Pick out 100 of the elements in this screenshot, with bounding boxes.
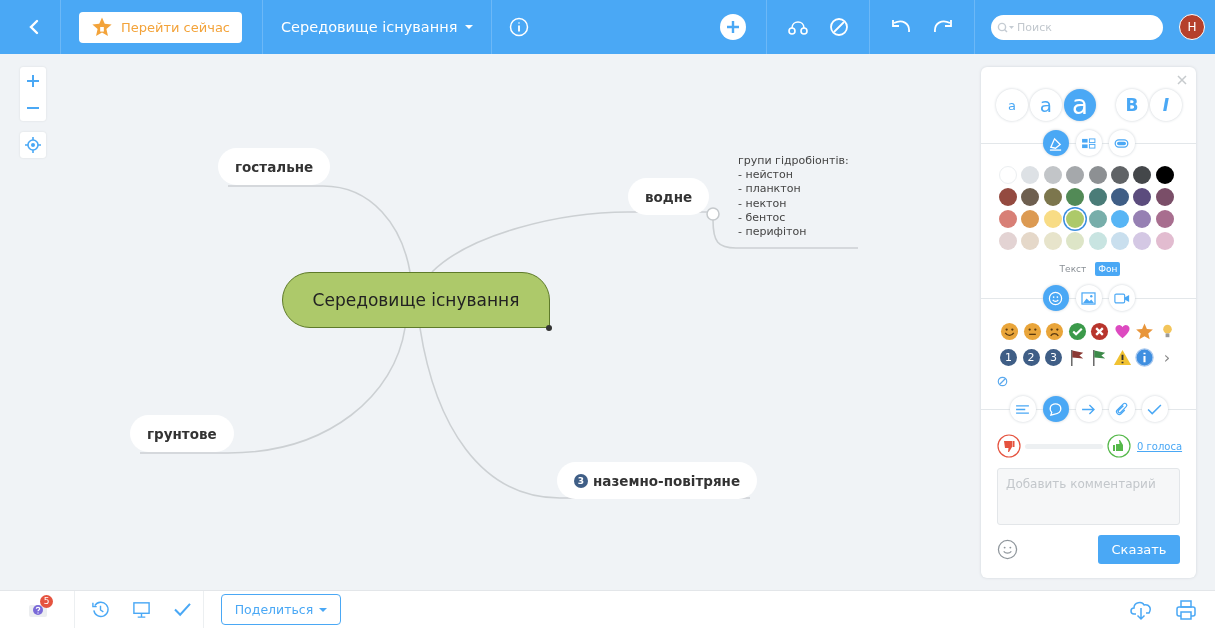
- search-field[interactable]: Поиск: [991, 14, 1163, 40]
- image-tab[interactable]: [1075, 285, 1102, 311]
- clear-icon[interactable]: [997, 376, 1008, 387]
- info-icon[interactable]: [1135, 348, 1154, 367]
- italic-button[interactable]: I: [1150, 89, 1182, 121]
- color-swatch[interactable]: [1110, 232, 1129, 250]
- color-swatch[interactable]: [1021, 188, 1040, 206]
- topic-node[interactable]: водне: [628, 178, 710, 215]
- topic-node[interactable]: гостальне: [218, 148, 331, 185]
- smile-face-icon[interactable]: [1000, 322, 1019, 341]
- color-swatch[interactable]: [1155, 188, 1174, 206]
- task-tab[interactable]: [1141, 396, 1168, 422]
- undo-icon[interactable]: [890, 19, 912, 35]
- color-swatch[interactable]: [1021, 232, 1040, 250]
- topic-node[interactable]: 3 наземно-повітряне: [557, 462, 758, 499]
- number-icon[interactable]: 2: [1022, 349, 1040, 366]
- presentation-icon[interactable]: [132, 600, 151, 619]
- color-swatch[interactable]: [1155, 210, 1174, 228]
- color-swatch[interactable]: [1110, 188, 1129, 206]
- go-now-button[interactable]: Перейти сейчас: [79, 11, 242, 43]
- emoji-tab[interactable]: [1042, 285, 1069, 311]
- color-swatch[interactable]: [1021, 166, 1040, 184]
- checkmark-icon[interactable]: [173, 602, 192, 617]
- more-arrow[interactable]: ›: [1157, 348, 1177, 367]
- color-target-toggle[interactable]: Текст: [1056, 262, 1090, 276]
- color-swatch[interactable]: [1043, 188, 1062, 206]
- number-icon[interactable]: 3: [1045, 349, 1062, 366]
- video-tab[interactable]: [1108, 285, 1135, 311]
- votes-link[interactable]: 0 голоса: [1137, 440, 1183, 452]
- thumbs-up-icon[interactable]: [1107, 434, 1131, 458]
- star-icon: [91, 16, 113, 38]
- color-swatch[interactable]: [999, 232, 1017, 250]
- topic-node[interactable]: грунтове: [130, 415, 234, 452]
- topic-label: гостальне: [235, 158, 314, 175]
- check-icon[interactable]: [1067, 322, 1087, 341]
- color-swatch[interactable]: [1066, 188, 1085, 206]
- map-title-dropdown[interactable]: Середовище існування: [263, 19, 492, 35]
- font-size-button[interactable]: a: [996, 89, 1028, 121]
- number-icon[interactable]: 1: [1000, 349, 1017, 366]
- add-icon[interactable]: [720, 14, 746, 40]
- color-swatch[interactable]: [1133, 232, 1152, 250]
- bold-button[interactable]: B: [1116, 89, 1148, 121]
- color-swatch[interactable]: [1066, 210, 1085, 228]
- note-line: - нектон: [738, 196, 788, 211]
- central-topic[interactable]: Середовище існування: [282, 272, 550, 328]
- disable-icon[interactable]: [829, 17, 849, 37]
- color-swatch[interactable]: [1066, 232, 1085, 250]
- color-swatch[interactable]: [1133, 188, 1152, 206]
- color-swatch[interactable]: [1110, 210, 1129, 228]
- note-line: - бентос: [738, 210, 787, 225]
- fill-tab[interactable]: [1042, 130, 1069, 156]
- color-swatch[interactable]: [999, 188, 1017, 206]
- close-icon[interactable]: [1177, 75, 1187, 85]
- star-icon[interactable]: [1135, 322, 1154, 341]
- share-button[interactable]: Поделиться: [221, 594, 341, 625]
- user-avatar[interactable]: Н: [1179, 14, 1205, 40]
- note-line: групи гідробіонтів:: [738, 154, 849, 169]
- color-swatch[interactable]: [1043, 210, 1062, 228]
- color-swatch[interactable]: [1088, 210, 1107, 228]
- font-size-button[interactable]: a: [1030, 89, 1062, 121]
- color-swatch[interactable]: [1133, 166, 1152, 184]
- history-icon[interactable]: [91, 600, 110, 619]
- comments-tab[interactable]: [1042, 396, 1069, 422]
- attach-tab[interactable]: [1108, 396, 1135, 422]
- color-swatch[interactable]: [1110, 166, 1129, 184]
- font-size-button[interactable]: a: [1064, 89, 1096, 121]
- smiley-icon[interactable]: [997, 539, 1018, 560]
- color-swatch[interactable]: [1066, 166, 1085, 184]
- color-swatch[interactable]: [1088, 188, 1107, 206]
- thumbs-down-icon[interactable]: [997, 434, 1021, 458]
- connection-icon[interactable]: [787, 18, 809, 36]
- color-swatch[interactable]: [1021, 210, 1040, 228]
- link-tab[interactable]: [1075, 396, 1102, 422]
- layout-icon: [1081, 137, 1096, 149]
- speech-bubble-icon: [1048, 401, 1063, 417]
- warning-icon[interactable]: [1112, 348, 1132, 367]
- layout-tab[interactable]: [1075, 130, 1102, 156]
- print-icon[interactable]: [1175, 598, 1197, 621]
- color-swatch[interactable]: [999, 210, 1017, 228]
- color-target-toggle[interactable]: Фон: [1095, 262, 1121, 276]
- collapse-handle[interactable]: [706, 207, 720, 221]
- color-swatch[interactable]: [1133, 210, 1152, 228]
- redo-icon[interactable]: [932, 19, 954, 35]
- sad-face-icon[interactable]: [1045, 322, 1064, 341]
- neutral-face-icon[interactable]: [1022, 322, 1042, 341]
- back-icon[interactable]: [28, 19, 40, 35]
- color-swatch[interactable]: [1043, 166, 1062, 184]
- shape-tab[interactable]: [1108, 130, 1135, 156]
- color-swatch[interactable]: [1155, 166, 1174, 184]
- submit-button[interactable]: Сказать: [1098, 535, 1180, 564]
- zoom-in-icon[interactable]: [26, 73, 40, 88]
- color-swatch[interactable]: [1155, 232, 1174, 250]
- color-swatch[interactable]: [1088, 166, 1107, 184]
- cross-icon[interactable]: [1090, 322, 1109, 341]
- topic-label: наземно-повітряне: [593, 472, 741, 489]
- center-view-button[interactable]: [20, 132, 46, 158]
- color-swatch[interactable]: [1088, 232, 1107, 250]
- color-swatch[interactable]: [1043, 232, 1062, 250]
- notes-tab[interactable]: [1009, 396, 1036, 422]
- smiley-icon: [1048, 290, 1063, 306]
